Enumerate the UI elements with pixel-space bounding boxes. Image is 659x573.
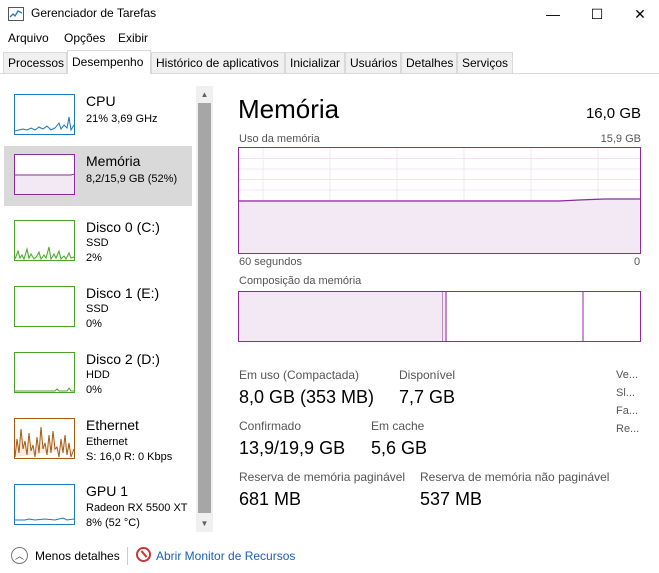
paged-pool-value: 681 MB (239, 489, 302, 509)
nonpaged-pool-value: 537 MB (420, 489, 483, 509)
disk2-thumbnail-graph (14, 352, 75, 393)
sidebar-item-title: Disco 1 (E:) (86, 285, 160, 301)
ethernet-thumbnail-graph (14, 418, 75, 459)
resource-sidebar: CPU 21% 3,69 GHz Memória 8,2/15,9 GB (52… (4, 86, 194, 532)
sidebar-item-type: SSD (86, 303, 109, 315)
committed-value: 13,9/19,9 GB (239, 438, 346, 458)
tab-processos[interactable]: Processos (3, 52, 67, 73)
menu-opcoes[interactable]: Opções (64, 31, 105, 45)
form-factor-label-truncated: Fa... (616, 405, 639, 417)
sidebar-item-type: SSD (86, 237, 109, 249)
chevron-up-icon[interactable]: ︿ (11, 547, 28, 564)
window-title: Gerenciador de Tarefas (31, 6, 157, 20)
sidebar-item-type: HDD (86, 369, 110, 381)
sidebar-item-model: Radeon RX 5500 XT (86, 502, 188, 514)
tab-strip: Processos Desempenho Histórico de aplica… (3, 50, 659, 74)
paged-pool-label: Reserva de memória paginável (239, 470, 406, 484)
tab-usuarios[interactable]: Usuários (345, 52, 401, 73)
sidebar-item-disco-1[interactable]: Disco 1 (E:) SSD 0% (4, 278, 192, 338)
minimize-button[interactable]: — (530, 0, 576, 28)
sidebar-item-usage: 8% (52 °C) (86, 517, 140, 529)
footer-divider (127, 547, 128, 565)
tab-detalhes[interactable]: Detalhes (401, 52, 457, 73)
maximize-icon: ☐ (590, 5, 604, 22)
sidebar-item-detail: 8,2/15,9 GB (52%) (86, 173, 178, 185)
task-manager-icon (8, 7, 24, 21)
graph-time-left: 60 segundos (239, 256, 302, 268)
speed-label-truncated: Ve... (616, 369, 639, 381)
sidebar-item-usage: 2% (86, 252, 102, 264)
close-button[interactable]: ✕ (617, 0, 659, 28)
in-use-value: 8,0 GB (353 MB) (239, 387, 375, 407)
maximize-button[interactable]: ☐ (574, 0, 620, 28)
sidebar-item-usage: 0% (86, 318, 102, 330)
scroll-thumb[interactable] (198, 103, 211, 513)
open-resource-monitor-link[interactable]: Abrir Monitor de Recursos (156, 549, 295, 563)
usage-graph-label: Uso da memória (239, 133, 320, 145)
tab-historico[interactable]: Histórico de aplicativos (151, 52, 285, 73)
memory-total: 16,0 GB (585, 105, 641, 122)
cached-value: 5,6 GB (371, 438, 428, 458)
minimize-icon: — (546, 6, 560, 22)
resource-monitor-icon[interactable] (136, 547, 151, 562)
less-details-button[interactable]: Menos detalhes (35, 549, 120, 563)
disk1-thumbnail-graph (14, 286, 75, 327)
memory-composition-bar (238, 291, 641, 342)
available-label: Disponível (399, 368, 456, 382)
menu-arquivo[interactable]: Arquivo (8, 31, 49, 45)
tab-inicializar[interactable]: Inicializar (285, 52, 345, 73)
sidebar-item-title: Memória (86, 153, 141, 169)
disk0-thumbnail-graph (14, 220, 75, 261)
in-use-label: Em uso (Compactada) (239, 368, 360, 382)
reserved-label-truncated: Re... (616, 423, 640, 435)
sidebar-item-ethernet[interactable]: Ethernet Ethernet S: 16,0 R: 0 Kbps (4, 410, 192, 470)
graph-time-right: 0 (634, 256, 641, 268)
close-icon: ✕ (634, 5, 646, 22)
memory-usage-graph (238, 147, 641, 254)
sidebar-item-memoria[interactable]: Memória 8,2/15,9 GB (52%) (4, 146, 192, 206)
sidebar-item-usage: 0% (86, 384, 102, 396)
page-title: Memória (238, 94, 340, 124)
memory-thumbnail-graph (14, 154, 75, 195)
sidebar-scrollbar[interactable]: ▲ ▼ (196, 86, 213, 532)
sidebar-item-title: Disco 2 (D:) (86, 351, 160, 367)
sidebar-item-title: Disco 0 (C:) (86, 219, 160, 235)
sidebar-item-disco-2[interactable]: Disco 2 (D:) HDD 0% (4, 344, 192, 404)
tab-servicos[interactable]: Serviços (457, 52, 513, 73)
sidebar-item-title: CPU (86, 93, 116, 109)
scroll-down-icon[interactable]: ▼ (196, 515, 213, 532)
gpu-thumbnail-graph (14, 484, 75, 525)
composition-label: Composição da memória (239, 275, 362, 287)
scroll-up-icon[interactable]: ▲ (196, 86, 213, 103)
sidebar-item-detail: 21% 3,69 GHz (86, 113, 158, 125)
nonpaged-pool-label: Reserva de memória não paginável (420, 470, 610, 484)
sidebar-item-throughput: S: 16,0 R: 0 Kbps (86, 451, 173, 463)
usage-graph-max: 15,9 GB (600, 133, 641, 145)
footer: ︿ Menos detalhes Abrir Monitor de Recurs… (0, 540, 659, 573)
tab-desempenho[interactable]: Desempenho (67, 50, 151, 74)
sidebar-item-title: Ethernet (86, 417, 139, 433)
cached-label: Em cache (371, 419, 425, 433)
sidebar-item-gpu-1[interactable]: GPU 1 Radeon RX 5500 XT 8% (52 °C) (4, 476, 192, 532)
cpu-thumbnail-graph (14, 94, 75, 135)
sidebar-item-title: GPU 1 (86, 483, 129, 499)
sidebar-item-adapter: Ethernet (86, 436, 128, 448)
committed-label: Confirmado (239, 419, 302, 433)
title-bar: Gerenciador de Tarefas — ☐ ✕ (0, 0, 659, 28)
menu-bar: Arquivo Opções Exibir (0, 29, 659, 49)
sidebar-item-cpu[interactable]: CPU 21% 3,69 GHz (4, 86, 192, 146)
available-value: 7,7 GB (399, 387, 456, 407)
sidebar-item-disco-0[interactable]: Disco 0 (C:) SSD 2% (4, 212, 192, 272)
slots-label-truncated: Sl... (616, 387, 635, 399)
menu-exibir[interactable]: Exibir (118, 31, 148, 45)
